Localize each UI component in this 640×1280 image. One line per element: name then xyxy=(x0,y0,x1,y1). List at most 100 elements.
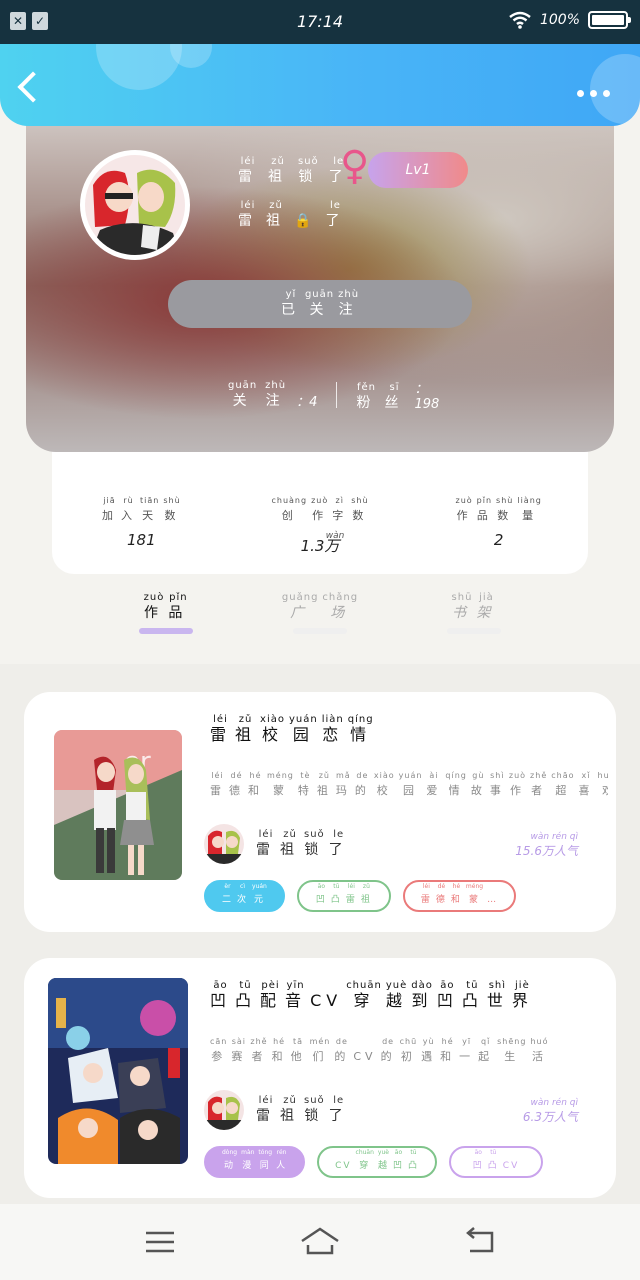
content-tabs: zuò 作 pǐn 品 guǎng 广 chǎng 场 shū 书 jià 架 xyxy=(0,592,640,662)
tab-label-char: guǎng 广 xyxy=(281,592,319,621)
tag-char: cì 次 xyxy=(237,883,249,905)
username-char: zǔ 祖 xyxy=(268,156,288,185)
author-char: suǒ 锁 xyxy=(304,1095,325,1124)
work-card[interactable]: er léi雷zǔ祖xiào校yuán园liàn恋qíng情 léi雷dé德hé… xyxy=(24,692,616,932)
battery-icon xyxy=(588,11,631,29)
summary-label-char: shù 数 xyxy=(496,496,514,522)
author-char: zǔ 祖 xyxy=(280,829,300,858)
summary-label-char: shù 数 xyxy=(351,496,369,522)
desc-char: zhě 者 xyxy=(530,771,548,797)
following-count[interactable]: guān 关 zhù 注 ：4 xyxy=(226,380,318,410)
author-avatar[interactable] xyxy=(204,824,244,864)
tag-char: tū 凸 xyxy=(487,1149,499,1171)
desc-char: léi 雷 xyxy=(210,771,225,797)
work-tags: èr 二 cì 次 yuán 元 āo 凹 tū 凸 léi 雷 zǔ 祖 léi 雷 dé 德 hé 和 méng 蒙 … xyxy=(204,880,517,912)
subtitle-char: 🔒 xyxy=(294,213,318,229)
desc-char: hé 和 xyxy=(248,771,263,797)
work-author[interactable]: léi 雷 zǔ 祖 suǒ 锁 le 了 xyxy=(204,824,351,864)
tag-chip[interactable]: èr 二 cì 次 yuán 元 xyxy=(204,880,285,912)
avatar[interactable] xyxy=(80,150,190,260)
back-icon[interactable] xyxy=(460,1227,500,1257)
work-title[interactable]: léi 雷 zǔ 祖 xiào 校 yuán 园 liàn 恋 qíng 情 xyxy=(208,714,376,744)
summary-label: chuàng 创 zuò 作 zì 字 shù 数 xyxy=(269,495,370,525)
title-char: liàn 恋 xyxy=(321,714,344,744)
tag-char: CV xyxy=(335,1161,352,1171)
tag-char: màn 漫 xyxy=(241,1149,255,1171)
tag-char: hé 和 xyxy=(450,883,462,905)
author-char: le 了 xyxy=(328,829,349,858)
title-char: dào 到 xyxy=(411,980,433,1010)
author-name: léi 雷 zǔ 祖 suǒ 锁 le 了 xyxy=(254,1095,351,1125)
desc-char: mǎ 玛 xyxy=(335,771,351,797)
tab-zuòpǐn[interactable]: zuò 作 pǐn 品 xyxy=(136,592,196,662)
tab-label-char: shū 书 xyxy=(451,592,473,621)
desc-char: xǐ 喜 xyxy=(578,771,594,797)
tab-label-char: zuò 作 xyxy=(143,592,165,621)
popularity-pinyin: wàn rén qì xyxy=(530,832,578,842)
followed-button[interactable]: yǐ 已 guān 关 zhù 注 xyxy=(168,280,472,328)
tab-guǎngchǎng[interactable]: guǎng 广 chǎng 场 xyxy=(282,592,357,662)
desc-char: mén 们 xyxy=(309,1037,331,1063)
summary-item: zuò 作 pǐn 品 shù 数 liàng 量 2 xyxy=(409,488,588,574)
tag-char: tū 凸 xyxy=(407,1149,419,1171)
tag-char: tū 凸 xyxy=(330,883,342,905)
summary-label-char: pǐn 品 xyxy=(476,496,493,522)
summary-label-char: liàng 量 xyxy=(517,496,542,522)
tag-chip[interactable]: léi 雷 dé 德 hé 和 méng 蒙 … xyxy=(402,880,517,912)
more-options-icon[interactable] xyxy=(577,90,610,97)
tag-char: méng 蒙 xyxy=(465,883,484,905)
summary-card: jiā 加 rù 入 tiān 天 shù 数 181 chuàng 创 zuò 作 zì 字 shù 数 wàn… xyxy=(52,440,588,574)
fans-label-char: fěn 粉 xyxy=(356,382,377,411)
work-cover-image[interactable] xyxy=(48,978,188,1164)
tab-shūjià[interactable]: shū 书 jià 架 xyxy=(444,592,504,662)
title-char: yīn 音 xyxy=(285,980,307,1010)
desc-char: méng 蒙 xyxy=(267,771,294,797)
desc-char: hé 和 xyxy=(271,1037,287,1063)
tag-chip[interactable]: āo 凹 tū 凸 CV xyxy=(449,1146,543,1178)
tag-char: rén 人 xyxy=(276,1149,288,1171)
work-description: cān 参 sài 赛 zhě 者 hé 和 tā 他 mén 们 de 的 CV de 的 chū 初 yù 遇 hé… xyxy=(208,1036,608,1066)
tag-chip[interactable]: āo 凹 tū 凸 léi 雷 zǔ 祖 xyxy=(296,880,391,912)
home-icon[interactable] xyxy=(300,1227,340,1257)
tag-chip[interactable]: CV chuān 穿 yuè 越 āo 凹 tū 凸 xyxy=(317,1146,437,1178)
title-char: jiè 界 xyxy=(511,980,533,1010)
tab-indicator xyxy=(139,628,193,634)
stats-divider xyxy=(335,382,337,408)
title-char: zǔ 祖 xyxy=(235,714,257,744)
tab-indicator xyxy=(293,628,347,634)
summary-item: chuàng 创 zuò 作 zì 字 shù 数 wàn 1.3万 xyxy=(231,488,410,574)
desc-char: chū 初 xyxy=(399,1037,418,1063)
desc-char: hé 和 xyxy=(440,1037,456,1063)
summary-value: 2 xyxy=(493,531,504,549)
tag-chip[interactable]: dòng 动 màn 漫 tóng 同 rén 人 xyxy=(204,1146,306,1178)
summary-label-char: zì 字 xyxy=(332,496,348,522)
summary-value: 181 xyxy=(127,531,156,549)
summary-value: wàn 1.3万 xyxy=(300,531,345,555)
author-avatar[interactable] xyxy=(204,1090,244,1130)
work-title[interactable]: āo 凹 tū 凸 pèi 配 yīn 音 CV chuān 穿 yuè 越 dào 到 āo 凹 tū 凸 shì… xyxy=(208,980,535,1010)
subtitle-char: zǔ 祖 xyxy=(266,200,286,229)
title-char: chuān 穿 xyxy=(346,980,382,1010)
fans-count[interactable]: fěn 粉 sī 丝 ：198 xyxy=(355,378,447,412)
desc-char: zǔ 祖 xyxy=(316,771,332,797)
back-arrow-icon[interactable] xyxy=(17,71,49,103)
desc-char: huó 活 xyxy=(530,1037,549,1063)
summary-label: jiā 加 rù 入 tiān 天 shù 数 xyxy=(100,495,183,525)
work-cover-image[interactable]: er xyxy=(54,730,182,880)
tag-char: āo 凹 xyxy=(392,1149,404,1171)
tag-char: āo 凹 xyxy=(472,1149,484,1171)
work-author[interactable]: léi 雷 zǔ 祖 suǒ 锁 le 了 xyxy=(204,1090,351,1130)
summary-label-char: zuò 作 xyxy=(311,496,329,522)
work-card[interactable]: āo 凹 tū 凸 pèi 配 yīn 音 CV chuān 穿 yuè 越 dào 到 āo 凹 tū 凸 shì… xyxy=(24,958,616,1198)
author-name: léi 雷 zǔ 祖 suǒ 锁 le 了 xyxy=(254,829,351,859)
tag-char: yuán 元 xyxy=(252,883,267,905)
username-char: suǒ 锁 xyxy=(298,156,319,185)
follow-stats: guān 关 zhù 注 ：4 fěn 粉 sī 丝 ：198 xyxy=(226,378,446,412)
desc-char: CV xyxy=(353,1050,377,1063)
desc-char: ài 爱 xyxy=(426,771,442,797)
tag-char: zǔ 祖 xyxy=(360,883,372,905)
level-badge: Lv1 xyxy=(368,152,468,188)
menu-icon[interactable] xyxy=(140,1227,180,1257)
summary-label-char: rù 入 xyxy=(121,496,136,522)
tag-char: tóng 同 xyxy=(258,1149,273,1171)
